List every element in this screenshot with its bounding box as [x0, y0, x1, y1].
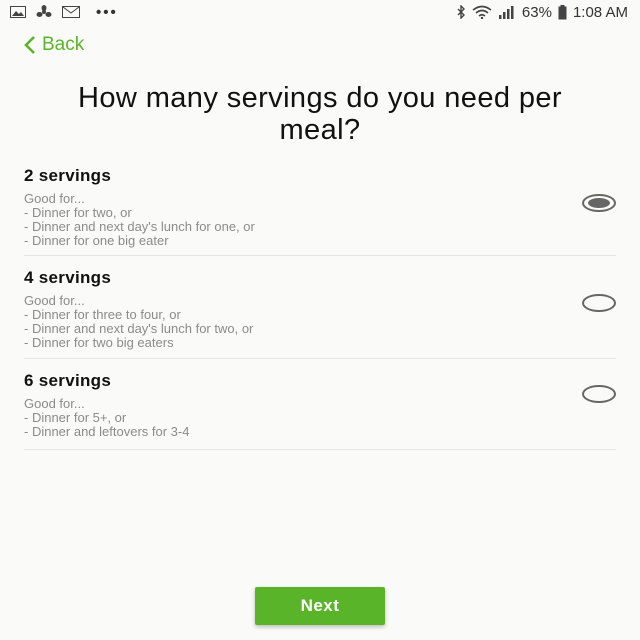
servings-options: 2 servings Good for... - Dinner for two,… — [0, 156, 640, 450]
radio-4-servings[interactable] — [582, 294, 616, 312]
option-detail: - Dinner and next day's lunch for one, o… — [24, 219, 255, 234]
option-2-servings[interactable]: 2 servings Good for... - Dinner for two,… — [24, 156, 616, 256]
fan-icon — [36, 5, 52, 19]
gallery-icon — [10, 6, 26, 18]
signal-icon — [498, 5, 516, 19]
option-detail: - Dinner for three to four, or — [24, 307, 181, 322]
option-subtitle: Good for... — [24, 191, 85, 206]
status-left: ••• — [0, 4, 118, 21]
next-button[interactable]: Next — [255, 587, 385, 625]
more-notifications: ••• — [96, 3, 118, 21]
back-button[interactable]: Back — [24, 34, 84, 56]
option-subtitle: Good for... — [24, 396, 85, 411]
option-subtitle: Good for... — [24, 293, 85, 308]
clock: 1:08 AM — [572, 3, 628, 21]
wifi-icon — [472, 5, 492, 19]
battery-icon — [558, 4, 567, 20]
option-6-servings[interactable]: 6 servings Good for... - Dinner for 5+, … — [24, 359, 616, 450]
option-title: 2 servings — [24, 166, 112, 185]
option-title: 4 servings — [24, 268, 112, 287]
chevron-left-icon — [24, 36, 36, 54]
battery-percent: 63% — [521, 3, 552, 21]
option-detail: - Dinner for 5+, or — [24, 410, 127, 425]
option-detail: - Dinner and leftovers for 3-4 — [24, 424, 190, 439]
radio-6-servings[interactable] — [582, 385, 616, 403]
bluetooth-icon — [456, 5, 466, 19]
status-right: 63% 1:08 AM — [456, 4, 640, 21]
page-title: How many servings do you need per meal? — [78, 82, 562, 146]
radio-selected-dot — [588, 198, 610, 208]
radio-2-servings[interactable] — [582, 194, 616, 212]
back-label: Back — [42, 34, 85, 55]
option-detail: - Dinner for two big eaters — [24, 335, 174, 350]
option-title: 6 servings — [24, 371, 112, 390]
option-detail: - Dinner for two, or — [24, 205, 132, 220]
option-4-servings[interactable]: 4 servings Good for... - Dinner for thre… — [24, 256, 616, 359]
option-detail: - Dinner for one big eater — [24, 233, 169, 248]
option-detail: - Dinner and next day's lunch for two, o… — [24, 321, 254, 336]
status-bar: ••• 63% 1:08 AM — [0, 0, 640, 24]
email-icon — [62, 6, 80, 18]
